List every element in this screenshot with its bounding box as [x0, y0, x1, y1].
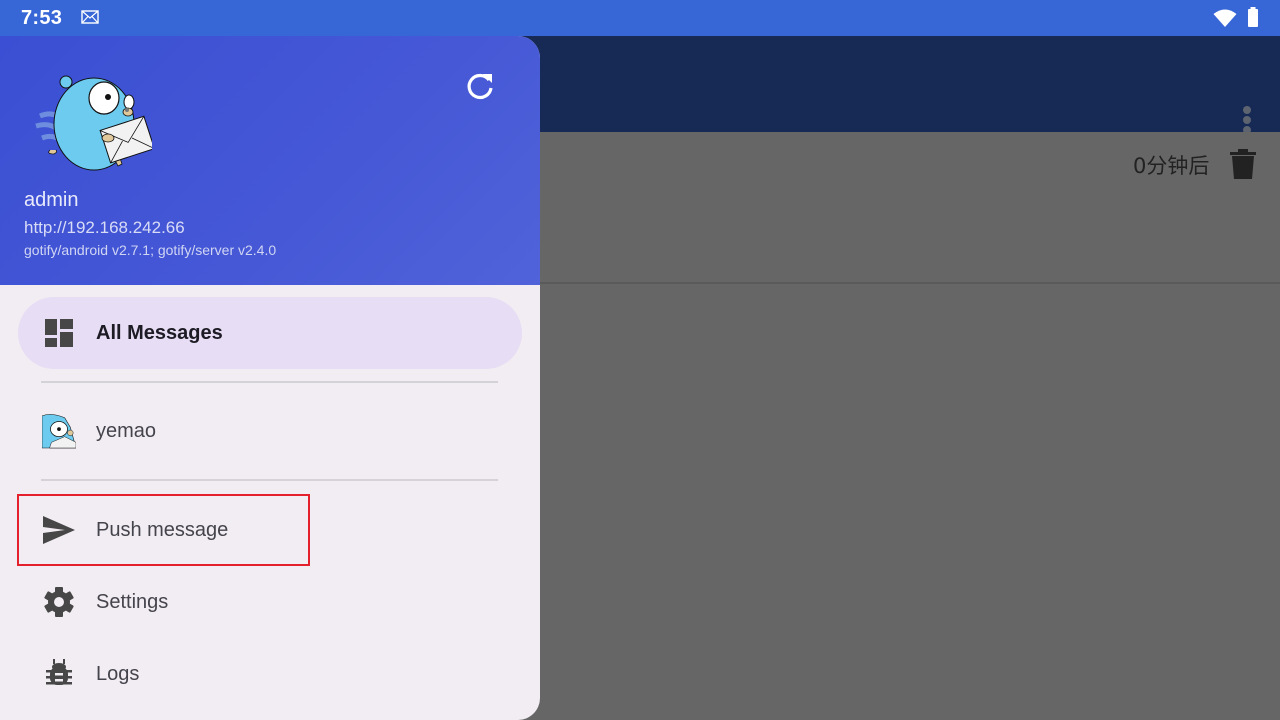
- nav-label: Push message: [96, 518, 229, 541]
- nav-label: All Messages: [96, 321, 223, 344]
- nav-item-all-messages[interactable]: All Messages: [18, 297, 522, 369]
- send-icon: [42, 513, 76, 547]
- gopher-avatar: [35, 75, 152, 171]
- nav-label: Logs: [96, 662, 140, 685]
- divider: [41, 381, 498, 383]
- bug-icon: [42, 657, 76, 691]
- nav-label: yemao: [96, 419, 157, 442]
- nav-item-settings[interactable]: Settings: [18, 566, 522, 638]
- mail-icon: [81, 10, 99, 24]
- status-time: 7:53: [21, 7, 63, 29]
- battery-icon: [1248, 7, 1258, 27]
- gear-icon: [42, 585, 76, 619]
- drawer-header: admin http://192.168.242.66 gotify/andro…: [0, 36, 540, 285]
- app-gopher-icon: [42, 414, 76, 449]
- nav-item-yemao[interactable]: yemao: [18, 395, 522, 467]
- version-info: gotify/android v2.7.1; gotify/server v2.…: [24, 242, 277, 258]
- nav-item-logs[interactable]: Logs: [18, 638, 522, 710]
- dashboard-icon: [42, 316, 76, 350]
- refresh-icon[interactable]: [464, 70, 496, 102]
- wifi-icon: [1213, 9, 1237, 27]
- status-bar: 7:53: [0, 0, 1280, 36]
- nav-label: Settings: [96, 590, 169, 613]
- server-url: http://192.168.242.66: [24, 218, 185, 237]
- message-time: 0分钟后: [1133, 154, 1210, 178]
- username: admin: [24, 189, 79, 211]
- navigation-drawer: admin http://192.168.242.66 gotify/andro…: [0, 36, 540, 720]
- nav-item-push-message[interactable]: Push message: [18, 494, 522, 566]
- divider: [41, 479, 498, 481]
- delete-icon[interactable]: [1230, 149, 1256, 179]
